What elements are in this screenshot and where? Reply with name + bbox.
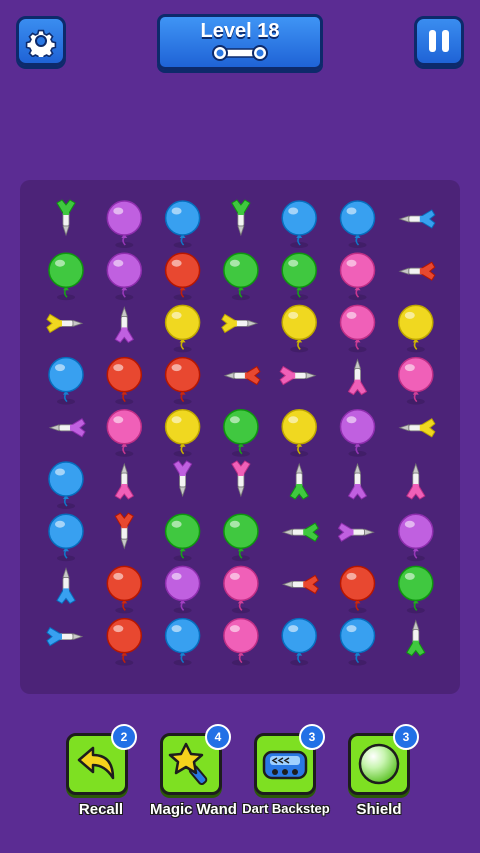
- pink-balloon[interactable]: [398, 356, 434, 405]
- yellow-balloon[interactable]: [281, 409, 317, 457]
- purple-balloon[interactable]: [164, 565, 201, 614]
- shield-bubble-icon: [358, 743, 400, 785]
- shield-label: Shield: [356, 801, 402, 818]
- blue-balloon[interactable]: [281, 200, 317, 248]
- yellow-balloon[interactable]: [281, 304, 317, 353]
- blue-balloon[interactable]: [339, 200, 376, 248]
- pink-balloon[interactable]: [339, 304, 376, 353]
- green-dart-down[interactable]: [56, 199, 76, 237]
- magic-wand-label: Magic Wand: [150, 801, 237, 818]
- green-dart-up[interactable]: [406, 619, 426, 657]
- red-balloon[interactable]: [164, 252, 201, 301]
- recall-button[interactable]: 2: [66, 724, 137, 795]
- star-wand-icon: [168, 742, 208, 786]
- magic-wand-count-badge: 4: [205, 724, 231, 750]
- bone-shaped-progress-icon: [212, 45, 268, 61]
- green-dart-down[interactable]: [231, 199, 251, 237]
- shield-button[interactable]: 3: [348, 724, 419, 795]
- recall-count-badge: 2: [111, 724, 137, 750]
- green-balloon[interactable]: [223, 513, 259, 562]
- blue-balloon[interactable]: [48, 513, 84, 562]
- yellow-dart-right[interactable]: [46, 313, 84, 334]
- dart-backstep-button[interactable]: 3: [254, 724, 325, 795]
- pink-balloon[interactable]: [223, 617, 259, 666]
- purple-balloon[interactable]: [106, 200, 143, 248]
- purple-dart-down[interactable]: [172, 460, 193, 498]
- pink-dart-up[interactable]: [347, 358, 368, 396]
- pink-dart-right[interactable]: [279, 365, 317, 386]
- purple-dart-left[interactable]: [48, 418, 86, 438]
- green-dart-up[interactable]: [289, 462, 309, 500]
- yellow-dart-left[interactable]: [398, 418, 436, 438]
- red-dart-down[interactable]: [114, 512, 134, 550]
- red-balloon[interactable]: [339, 565, 376, 614]
- red-dart-left[interactable]: [281, 574, 319, 595]
- shield-count-badge: 3: [393, 724, 419, 750]
- blue-balloon[interactable]: [48, 356, 84, 405]
- purple-balloon[interactable]: [106, 252, 143, 301]
- blue-dart-right[interactable]: [46, 626, 84, 647]
- green-balloon[interactable]: [48, 252, 84, 301]
- recall-label: Recall: [78, 801, 124, 818]
- pink-balloon[interactable]: [106, 409, 143, 457]
- green-dart-left[interactable]: [281, 522, 319, 542]
- red-dart-left[interactable]: [398, 261, 436, 281]
- undo-arrow-icon: [77, 746, 115, 780]
- magic-wand-button[interactable]: 4: [160, 724, 231, 795]
- pink-dart-up[interactable]: [114, 462, 134, 500]
- conveyor-icon: [262, 750, 308, 780]
- level-title: Level 18: [200, 20, 280, 42]
- blue-dart-up[interactable]: [56, 567, 76, 605]
- blue-dart-left[interactable]: [398, 209, 436, 229]
- red-balloon[interactable]: [106, 617, 143, 666]
- yellow-balloon[interactable]: [164, 304, 201, 353]
- gear-icon: [25, 29, 57, 57]
- board-pieces: [46, 199, 436, 666]
- pause-button[interactable]: [414, 16, 464, 66]
- purple-dart-up[interactable]: [114, 306, 134, 344]
- green-balloon[interactable]: [164, 513, 201, 562]
- pink-dart-down[interactable]: [231, 460, 251, 498]
- purple-balloon[interactable]: [339, 409, 376, 457]
- pink-balloon[interactable]: [223, 565, 259, 614]
- purple-dart-right[interactable]: [337, 522, 375, 542]
- settings-button[interactable]: [16, 16, 66, 66]
- green-balloon[interactable]: [398, 565, 434, 614]
- green-balloon[interactable]: [223, 252, 259, 301]
- red-balloon[interactable]: [106, 356, 143, 405]
- purple-dart-up[interactable]: [347, 462, 368, 500]
- green-balloon[interactable]: [281, 252, 317, 301]
- level-banner: Level 18: [157, 14, 323, 70]
- pink-balloon[interactable]: [339, 252, 376, 301]
- yellow-balloon[interactable]: [398, 304, 434, 353]
- red-dart-left[interactable]: [223, 365, 261, 386]
- red-balloon[interactable]: [106, 565, 143, 614]
- pause-icon: [429, 30, 436, 52]
- blue-balloon[interactable]: [164, 200, 201, 248]
- blue-balloon[interactable]: [164, 617, 201, 666]
- yellow-balloon[interactable]: [164, 409, 201, 457]
- blue-balloon[interactable]: [281, 617, 317, 666]
- blue-balloon[interactable]: [48, 461, 84, 509]
- pink-dart-up[interactable]: [406, 462, 426, 500]
- blue-balloon[interactable]: [339, 617, 376, 666]
- game-board: [20, 180, 460, 694]
- yellow-dart-right[interactable]: [221, 313, 259, 334]
- dart-backstep-label: Dart Backstep: [242, 801, 330, 816]
- green-balloon[interactable]: [223, 409, 259, 457]
- purple-balloon[interactable]: [398, 513, 434, 562]
- red-balloon[interactable]: [164, 356, 201, 405]
- dart-backstep-count-badge: 3: [299, 724, 325, 750]
